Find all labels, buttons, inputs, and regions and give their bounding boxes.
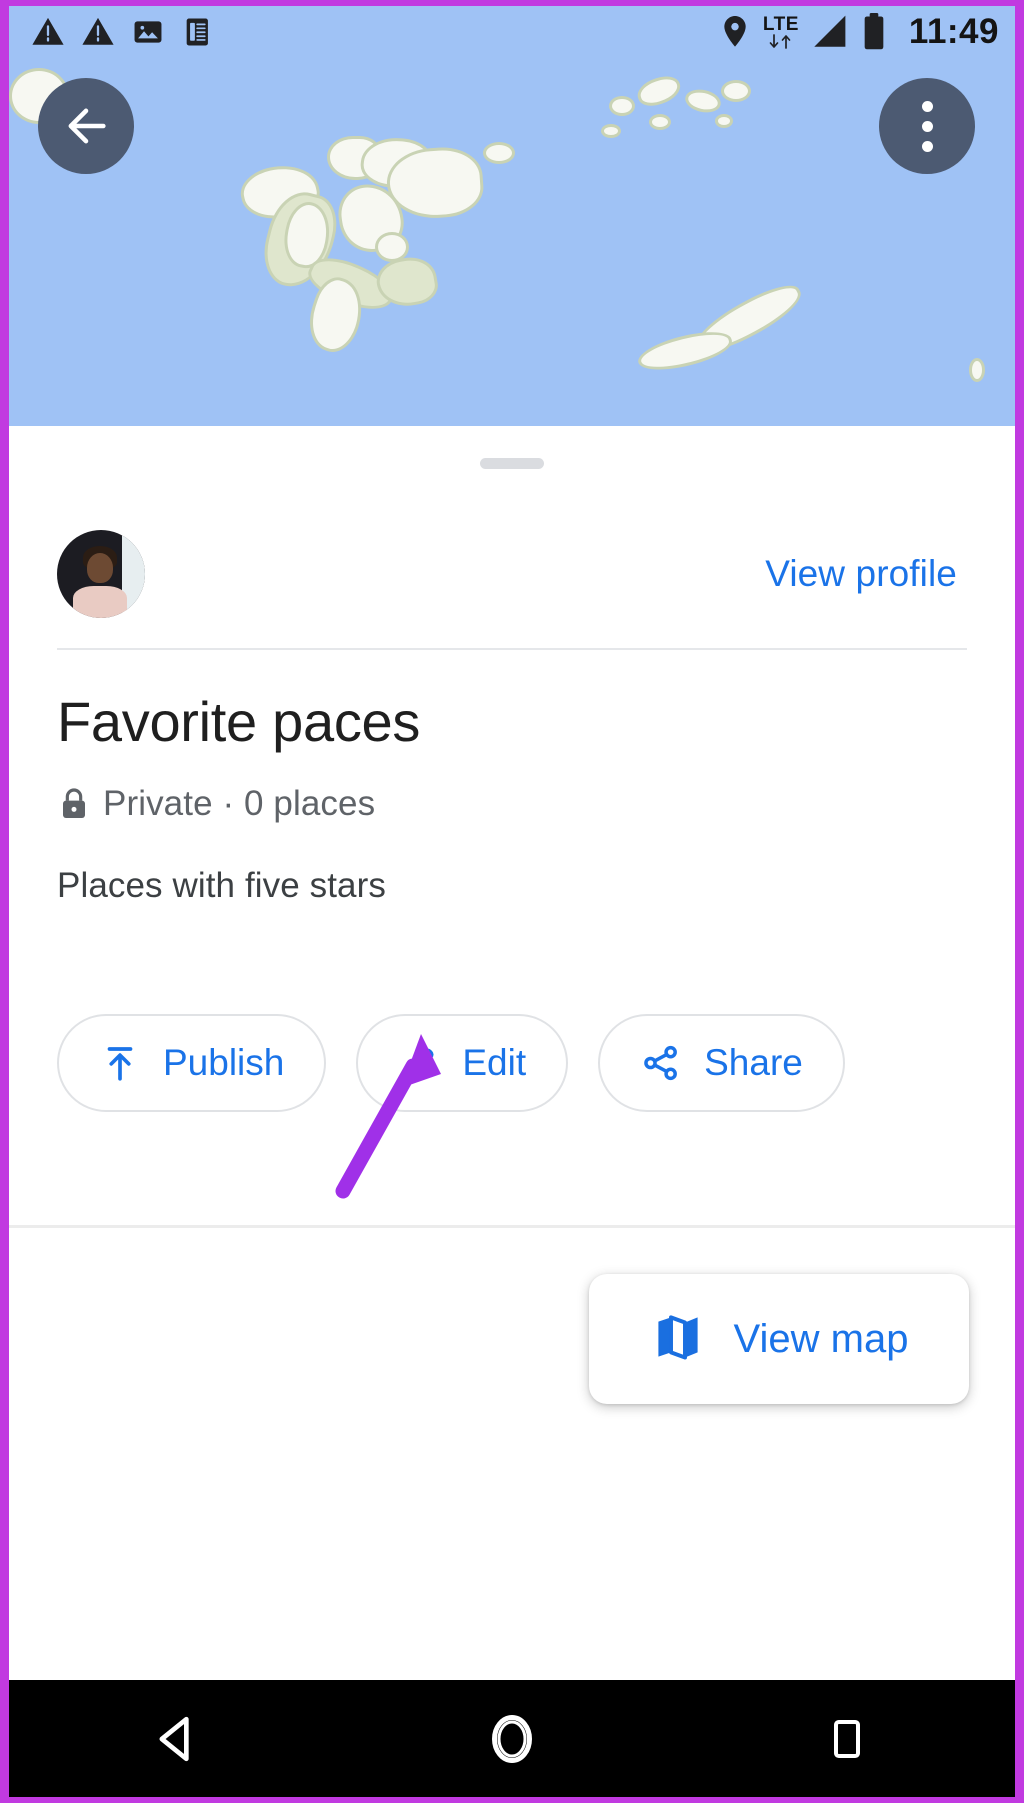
nav-recents-button[interactable]	[747, 1680, 947, 1797]
view-map-button[interactable]: View map	[589, 1274, 969, 1404]
signal-bars-icon	[814, 15, 846, 47]
status-bar-clock: 11:49	[908, 12, 999, 51]
avatar[interactable]	[57, 530, 145, 618]
divider	[57, 648, 967, 650]
status-bar-notifications	[31, 15, 215, 49]
share-button[interactable]: Share	[598, 1014, 845, 1112]
battery-icon	[864, 13, 884, 50]
phone-screenshot: LTE 11:49 View profile Favorite paces Pr…	[0, 0, 1024, 1803]
location-pin-icon	[724, 16, 746, 47]
warning-triangle-icon	[82, 17, 114, 45]
map-land	[634, 324, 736, 378]
status-bar: LTE 11:49	[9, 6, 1015, 58]
divider	[9, 1225, 1015, 1228]
page-title: Favorite paces	[57, 690, 421, 753]
map-land	[483, 142, 515, 164]
data-arrows-icon	[769, 33, 791, 49]
nav-home-circle-icon	[491, 1714, 532, 1763]
nav-recents-square-icon	[834, 1719, 861, 1758]
more-vertical-icon	[921, 100, 933, 152]
back-button[interactable]	[38, 78, 134, 174]
nav-back-button[interactable]	[77, 1680, 277, 1797]
network-type-indicator: LTE	[763, 15, 799, 50]
view-profile-link[interactable]: View profile	[765, 553, 957, 595]
profile-row: View profile	[9, 504, 1015, 644]
map-land	[601, 124, 621, 138]
upload-icon	[99, 1042, 141, 1084]
map-land	[683, 86, 723, 116]
list-details-sheet: View profile Favorite paces Private · 0 …	[9, 426, 1015, 1680]
back-arrow-icon	[68, 108, 106, 144]
share-label: Share	[704, 1042, 803, 1083]
map-land	[715, 114, 733, 128]
warning-triangle-icon	[32, 17, 64, 45]
list-meta: Private · 0 places	[59, 784, 375, 824]
publish-label: Publish	[163, 1042, 285, 1083]
map-land	[721, 80, 751, 102]
image-icon	[134, 21, 162, 43]
share-icon	[640, 1042, 682, 1084]
status-bar-system: LTE 11:49	[719, 12, 999, 52]
lock-icon	[63, 788, 85, 818]
edit-label: Edit	[462, 1042, 527, 1083]
nav-home-button[interactable]	[412, 1680, 612, 1797]
list-meta-text: Private · 0 places	[103, 784, 376, 823]
publish-button[interactable]: Publish	[57, 1014, 327, 1112]
map-land	[609, 96, 635, 116]
nav-back-triangle-icon	[159, 1716, 189, 1761]
document-icon	[186, 18, 208, 46]
android-nav-bar	[9, 1680, 1015, 1797]
list-description: Places with five stars	[57, 866, 386, 905]
map-land	[649, 114, 671, 130]
map-land	[634, 71, 684, 111]
drag-handle[interactable]	[480, 458, 544, 469]
map-icon	[650, 1309, 706, 1370]
pencil-icon	[398, 1042, 440, 1084]
map-land	[969, 358, 985, 382]
network-label: LTE	[762, 13, 799, 35]
view-map-label: View map	[733, 1316, 909, 1361]
map-background[interactable]: LTE 11:49	[9, 6, 1015, 426]
overflow-menu-button[interactable]	[879, 78, 975, 174]
action-chips: Publish Edit Share	[57, 1014, 845, 1112]
edit-button[interactable]: Edit	[356, 1014, 569, 1112]
